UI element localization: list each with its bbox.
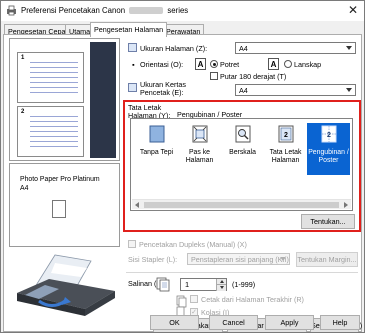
layout-item-tiling-poster[interactable]: 2 Pengubinan / Poster <box>307 123 350 175</box>
printer-paper-size-label: Ukuran Kertas Pencetak (E): <box>140 81 186 97</box>
scaled-layout-icon <box>235 125 250 143</box>
portrait-label[interactable]: Potret <box>220 60 239 69</box>
arrow-down-icon <box>220 286 224 289</box>
duplex-label[interactable]: Pencetakan Dupleks (Manual) (X) <box>139 240 247 249</box>
specify-margin-button[interactable]: Tentukan Margin... <box>296 252 358 267</box>
print-from-last-page-checkbox[interactable] <box>190 295 198 303</box>
preview-text-lines <box>30 62 78 96</box>
page-layout-icon: 2 <box>278 125 293 143</box>
section-divider <box>126 272 358 273</box>
spin-down-button[interactable] <box>216 285 226 291</box>
print-from-last-page-label[interactable]: Cetak dari Halaman Terakhir (R) <box>201 295 304 304</box>
orientation-bullet: ▪ <box>132 60 135 69</box>
specify-button[interactable]: Tentukan... <box>301 214 355 229</box>
duplex-checkbox[interactable] <box>128 240 136 248</box>
title-bar: Preferensi Pencetakan Canon series ✕ <box>1 1 364 21</box>
landscape-radio[interactable] <box>284 60 292 68</box>
page-size-icon <box>128 43 137 52</box>
apply-button[interactable]: Apply <box>265 315 314 330</box>
chevron-down-icon <box>346 88 352 92</box>
window-title-suffix: series <box>167 6 189 15</box>
layout-item-borderless[interactable]: Tanpa Tepi <box>135 123 178 175</box>
close-icon[interactable]: ✕ <box>346 3 360 17</box>
window-title-prefix: Preferensi Pencetakan Canon <box>21 6 126 15</box>
scrollbar-thumb[interactable] <box>144 202 339 208</box>
page-size-select[interactable]: A4 <box>235 42 356 54</box>
scroll-left-icon[interactable] <box>135 202 139 208</box>
page-layout-list[interactable]: Tanpa Tepi Pas ke Halaman Berskala 2 Tat… <box>130 118 353 211</box>
orientation-label: Orientasi (O): <box>140 60 184 69</box>
layout-item-label: Tata Letak <box>269 149 302 156</box>
layout-item-label-2: Halaman <box>185 157 214 164</box>
media-size: A4 <box>20 184 29 192</box>
scroll-right-icon[interactable] <box>344 202 348 208</box>
paper-page-icon <box>52 200 66 218</box>
page-layout-highlight: Tata Letak Halaman (Y): Pengubinan / Pos… <box>123 100 361 232</box>
portrait-icon: A <box>195 58 206 70</box>
copies-range: (1-999) <box>232 280 256 289</box>
landscape-icon: A <box>268 58 279 70</box>
copies-spinner[interactable]: 1 <box>180 278 227 291</box>
svg-text:2: 2 <box>327 132 331 139</box>
layout-preview: 1 2 <box>9 38 120 161</box>
portrait-radio[interactable] <box>210 60 218 68</box>
printer-app-icon <box>7 5 16 16</box>
printer-illustration <box>17 254 115 316</box>
dialog-button-row: OK Cancel Apply Help <box>1 314 364 332</box>
redacted-model-name <box>129 7 164 15</box>
printing-preferences-dialog: Preferensi Pencetakan Canon series ✕ Pen… <box>0 0 365 333</box>
layout-item-label: Tanpa Tepi <box>139 149 174 156</box>
preview-sheet-2: 2 <box>17 106 84 157</box>
layout-item-page-layout[interactable]: 2 Tata Letak Halaman <box>264 123 307 175</box>
chevron-down-icon <box>346 46 352 50</box>
chevron-down-icon <box>280 257 286 261</box>
landscape-label[interactable]: Lanskap <box>294 60 321 69</box>
copies-icon <box>156 277 170 292</box>
layout-item-label-2: Halaman <box>271 157 300 164</box>
page-size-value: A4 <box>239 44 248 53</box>
printer-paper-size-value: A4 <box>239 86 248 95</box>
staple-side-label: Sisi Stapler (L): <box>128 255 178 264</box>
printer-paper-size-icon <box>128 83 137 92</box>
layout-item-label: Pas ke <box>188 149 211 156</box>
media-info-box: Photo Paper Pro Platinum A4 <box>9 163 120 247</box>
rotate-180-label[interactable]: Putar 180 derajat (T) <box>220 72 286 81</box>
tiling-poster-icon: 2 <box>321 125 336 143</box>
tab-page-setup[interactable]: Pengesetan Halaman <box>90 22 168 37</box>
borderless-layout-icon <box>149 125 164 143</box>
preview-sheet-1: 1 <box>17 52 84 103</box>
page-size-label: Ukuran Halaman (Z): <box>140 44 208 53</box>
layout-item-label: Berskala <box>229 149 256 156</box>
cancel-button[interactable]: Cancel <box>209 315 258 330</box>
layout-item-fit-to-page[interactable]: Pas ke Halaman <box>178 123 221 175</box>
help-button[interactable]: Help <box>320 315 360 330</box>
preview-side-strip <box>90 42 116 158</box>
fit-to-page-icon <box>192 125 207 143</box>
layout-list-scrollbar[interactable] <box>132 199 351 209</box>
staple-side-value: Penstapleran sisi panjang (Kri) <box>191 255 289 264</box>
preview-text-lines <box>30 116 78 150</box>
ok-button[interactable]: OK <box>150 315 199 330</box>
arrow-up-icon <box>220 280 224 283</box>
media-info: Photo Paper Pro Platinum A4 <box>20 176 115 193</box>
page-setup-panel: 1 2 Photo Paper Pro Platinum A4 Ukuran H… <box>3 34 362 332</box>
layout-item-scaled[interactable]: Berskala <box>221 123 264 175</box>
staple-side-select[interactable]: Penstapleran sisi panjang (Kri) <box>187 253 290 265</box>
svg-text:2: 2 <box>284 132 288 139</box>
preview-page-number: 2 <box>21 109 25 115</box>
printer-paper-size-label-line2: Pencetak (E): <box>140 88 184 97</box>
rotate-180-checkbox[interactable] <box>210 72 218 80</box>
copies-value: 1 <box>185 280 190 289</box>
media-name: Photo Paper Pro Platinum <box>20 176 100 183</box>
layout-item-label-2: Poster <box>318 157 339 164</box>
layout-item-label: Pengubinan / <box>308 149 349 156</box>
tab-strip: Pengesetan Cepat Utama Pengesetan Halama… <box>1 21 364 37</box>
window-title: Preferensi Pencetakan Canon series <box>21 6 188 15</box>
printer-paper-size-select[interactable]: A4 <box>235 84 356 96</box>
preview-page-number: 1 <box>21 55 25 61</box>
